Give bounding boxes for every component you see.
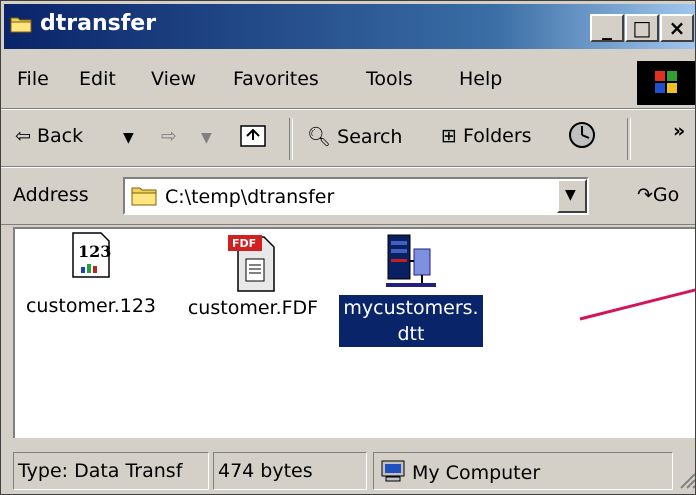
search-button[interactable]: 🔍︎ Search <box>307 125 402 148</box>
address-label: Address <box>13 184 89 206</box>
back-arrow-icon: ⇦ <box>15 125 31 147</box>
chevron-down-icon: ▼ <box>565 187 576 203</box>
folder-icon <box>10 17 32 33</box>
address-bar: Address C:\temp\dtransfer ▼ ↷Go <box>1 167 695 225</box>
back-button[interactable]: ⇦ Back <box>15 125 83 147</box>
back-dropdown-icon[interactable]: ▼ <box>123 130 134 146</box>
menu-view[interactable]: View <box>151 68 196 90</box>
annotation-pointer-line <box>579 288 695 321</box>
up-folder-icon <box>240 125 266 147</box>
folders-label: Folders <box>462 125 532 147</box>
status-type: Type: Data Transf <box>13 452 209 490</box>
search-icon: 🔍︎ <box>307 126 332 148</box>
menu-help[interactable]: Help <box>459 68 502 90</box>
history-button[interactable] <box>567 120 597 155</box>
toolbar-overflow-chevron-icon[interactable]: » <box>673 120 685 142</box>
forward-button[interactable]: ⇨ <box>161 125 177 147</box>
status-zone: My Computer <box>373 452 673 490</box>
menu-bar: File Edit View Favorites Tools Help <box>1 53 695 109</box>
up-folder-button[interactable] <box>239 122 267 153</box>
menu-edit[interactable]: Edit <box>79 68 116 90</box>
address-input[interactable]: C:\temp\dtransfer ▼ <box>123 177 589 215</box>
status-bar: Type: Data Transf 474 bytes My Computer <box>1 444 696 494</box>
back-label: Back <box>36 125 84 147</box>
go-button[interactable]: ↷Go <box>637 184 679 206</box>
title-bar[interactable]: dtransfer _ □ × <box>4 4 695 49</box>
menu-file[interactable]: File <box>17 68 49 90</box>
go-arrow-icon: ↷ <box>637 184 653 206</box>
menu-favorites[interactable]: Favorites <box>233 68 319 90</box>
history-clock-icon <box>569 122 595 148</box>
file-list-view[interactable]: 123 customer.123 FDF customer.FDF mycust… <box>13 227 695 438</box>
toolbar-separator <box>289 118 293 160</box>
menu-tools[interactable]: Tools <box>366 68 413 90</box>
standard-toolbar: ⇦ Back ▼ ⇨ ▼ 🔍︎ Search ⊞ Folders » <box>1 109 695 167</box>
search-label: Search <box>337 126 403 148</box>
resize-grip-icon[interactable] <box>677 470 696 490</box>
folder-icon <box>131 187 157 206</box>
address-dropdown-button[interactable]: ▼ <box>557 179 587 213</box>
close-button[interactable]: × <box>660 14 694 42</box>
go-label: Go <box>652 184 680 206</box>
address-value: C:\temp\dtransfer <box>165 186 335 208</box>
window-title: dtransfer <box>40 11 157 36</box>
status-zone-label: My Computer <box>412 462 541 484</box>
forward-dropdown-icon[interactable]: ▼ <box>201 130 212 146</box>
my-computer-icon <box>380 460 406 487</box>
status-size: 474 bytes <box>213 452 367 490</box>
toolbar-separator <box>627 118 631 160</box>
folders-tree-icon: ⊞ <box>441 125 457 147</box>
folders-button[interactable]: ⊞ Folders <box>441 125 532 147</box>
windows-flag-icon <box>655 71 677 93</box>
maximize-button[interactable]: □ <box>625 14 659 42</box>
explorer-window: dtransfer _ □ × File Edit View Favorites… <box>0 0 696 495</box>
minimize-button[interactable]: _ <box>590 14 624 42</box>
windows-logo-icon <box>637 61 695 105</box>
